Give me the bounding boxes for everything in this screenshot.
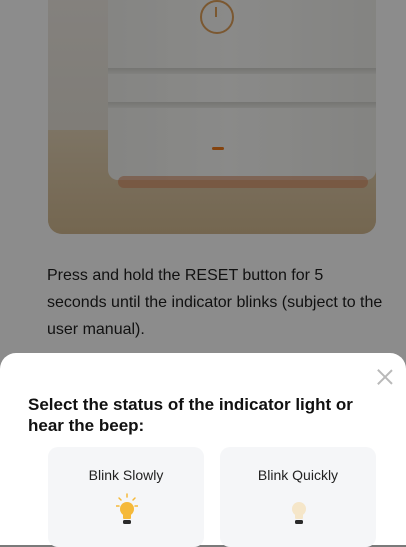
sheet-title: Select the status of the indicator light… (28, 395, 353, 435)
option-label: Blink Quickly (257, 467, 339, 483)
close-icon[interactable] (374, 366, 396, 388)
option-blink-quickly[interactable]: Blink Quickly (220, 447, 376, 547)
bulb-on-icon (116, 493, 138, 524)
option-blink-slowly[interactable]: Blink Slowly (48, 447, 204, 547)
bulb-dim-icon (292, 502, 306, 524)
option-label: Blink Slowly (88, 467, 164, 483)
